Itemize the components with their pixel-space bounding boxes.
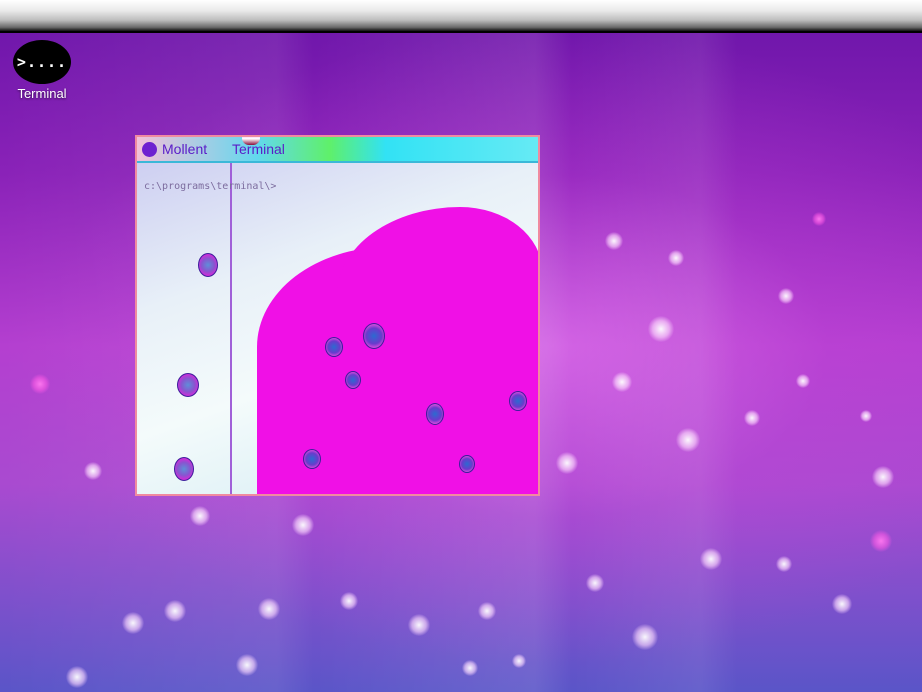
terminal-window[interactable]: Mollent Terminal c:\programs\terminal\>	[135, 135, 540, 496]
top-panel	[0, 0, 922, 33]
window-app-icon	[142, 142, 157, 157]
window-content-artifact	[363, 323, 385, 349]
wallpaper-bokeh	[676, 428, 700, 452]
window-titlebar[interactable]: Mollent Terminal	[137, 137, 538, 163]
wallpaper-bokeh	[408, 614, 430, 636]
window-content-artifact	[177, 373, 199, 397]
wallpaper-bokeh	[744, 410, 760, 426]
window-content-artifact	[198, 253, 218, 277]
wallpaper-bokeh	[812, 212, 826, 226]
desktop: >.... Terminal Mollent Terminal c:\progr…	[0, 0, 922, 692]
window-content-artifact	[459, 455, 475, 473]
wallpaper-bokeh	[30, 374, 50, 394]
terminal-shortcut-label: Terminal	[17, 86, 67, 101]
wallpaper-bokeh	[648, 316, 674, 342]
wallpaper-bokeh	[586, 574, 604, 592]
wallpaper-bokeh	[236, 654, 258, 676]
wallpaper-bokeh	[512, 654, 526, 668]
wallpaper-bokeh	[478, 602, 496, 620]
wallpaper-bokeh	[860, 410, 872, 422]
wallpaper-bokeh	[258, 598, 280, 620]
window-content-artifact	[345, 371, 361, 389]
window-content-artifact	[426, 403, 444, 425]
wallpaper-bokeh	[556, 452, 578, 474]
wallpaper-bokeh	[84, 462, 102, 480]
wallpaper-bokeh	[462, 660, 478, 676]
window-close-button[interactable]	[242, 137, 260, 145]
terminal-shortcut[interactable]: >.... Terminal	[8, 40, 76, 106]
wallpaper-bokeh	[66, 666, 88, 688]
window-content-artifact	[509, 391, 527, 411]
wallpaper-bokeh	[778, 288, 794, 304]
wallpaper-bokeh	[292, 514, 314, 536]
wallpaper-bokeh	[832, 594, 852, 614]
window-content-artifact	[325, 337, 343, 357]
wallpaper-bokeh	[340, 592, 358, 610]
window-title-part: Mollent	[162, 141, 208, 157]
wallpaper-bokeh	[122, 612, 144, 634]
wallpaper-bokeh	[870, 530, 892, 552]
wallpaper-bokeh	[872, 466, 894, 488]
wallpaper-bokeh	[190, 506, 210, 526]
wallpaper-bokeh	[612, 372, 632, 392]
wallpaper-bokeh	[668, 250, 684, 266]
wallpaper-bokeh	[605, 232, 623, 250]
terminal-icon[interactable]: >....	[13, 40, 71, 84]
window-title-part: Terminal	[232, 141, 285, 157]
terminal-prompt[interactable]: c:\programs\terminal\>	[144, 181, 276, 192]
wallpaper-bokeh	[700, 548, 722, 570]
wallpaper-bokeh	[632, 624, 658, 650]
wallpaper-bokeh	[164, 600, 186, 622]
wallpaper-bokeh	[796, 374, 810, 388]
window-content-artifact	[303, 449, 321, 469]
wallpaper-bokeh	[776, 556, 792, 572]
window-content-artifact	[174, 457, 194, 481]
